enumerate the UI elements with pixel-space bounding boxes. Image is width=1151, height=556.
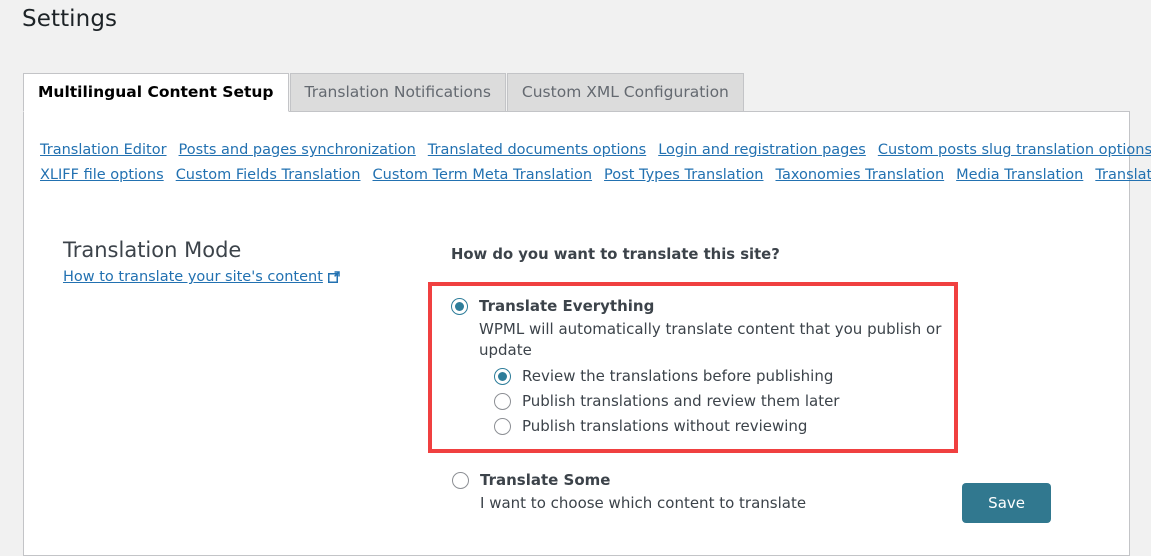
radio-translate-some-label[interactable]: Translate Some — [480, 470, 610, 490]
tab-label: Custom XML Configuration — [522, 85, 729, 101]
translation-mode-column: Translation Mode How to translate your s… — [63, 237, 403, 285]
radio-publish-without-reviewing-label[interactable]: Publish translations without reviewing — [522, 416, 807, 436]
tab-bar: Multilingual Content Setup Translation N… — [23, 73, 745, 112]
nav-links-row-1: Translation Editor Posts and pages synch… — [40, 142, 1120, 158]
page-title: Settings — [22, 5, 117, 35]
radio-review-before-publishing-label[interactable]: Review the translations before publishin… — [522, 366, 833, 386]
tab-label: Multilingual Content Setup — [38, 85, 274, 101]
nav-links-row-2: XLIFF file options Custom Fields Transla… — [40, 167, 1120, 183]
external-link-icon — [328, 271, 340, 283]
translate-everything-description: WPML will automatically translate conten… — [479, 319, 954, 361]
radio-publish-without-reviewing[interactable]: Publish translations without reviewing — [494, 416, 954, 436]
tab-label: Translation Notifications — [305, 85, 491, 101]
radio-publish-and-review-later-indicator[interactable] — [494, 393, 511, 410]
link-custom-posts-slug-translation-options[interactable]: Custom posts slug translation options — [878, 142, 1151, 158]
tab-translation-notifications[interactable]: Translation Notifications — [290, 73, 506, 112]
link-xliff-file-options[interactable]: XLIFF file options — [40, 167, 164, 183]
tab-custom-xml-configuration[interactable]: Custom XML Configuration — [507, 73, 744, 112]
link-login-and-registration-pages[interactable]: Login and registration pages — [658, 142, 866, 158]
how-to-translate-link-label: How to translate your site's content — [63, 269, 323, 285]
translate-everything-highlight-box: Translate Everything WPML will automatic… — [428, 282, 958, 453]
translation-mode-heading: Translation Mode — [63, 237, 403, 264]
translation-options-column: How do you want to translate this site? … — [428, 237, 1088, 514]
link-translate-link-targets[interactable]: Translate Link Targets — [1095, 167, 1151, 183]
link-custom-fields-translation[interactable]: Custom Fields Translation — [176, 167, 361, 183]
radio-translate-some-indicator[interactable] — [452, 472, 469, 489]
translate-site-question: How do you want to translate this site? — [451, 245, 1088, 266]
link-post-types-translation[interactable]: Post Types Translation — [604, 167, 763, 183]
how-to-translate-link[interactable]: How to translate your site's content — [63, 269, 340, 285]
link-posts-and-pages-synchronization[interactable]: Posts and pages synchronization — [179, 142, 416, 158]
radio-review-before-publishing[interactable]: Review the translations before publishin… — [494, 366, 954, 386]
radio-publish-and-review-later-label[interactable]: Publish translations and review them lat… — [522, 391, 839, 411]
tab-multilingual-content-setup[interactable]: Multilingual Content Setup — [23, 73, 289, 112]
link-custom-term-meta-translation[interactable]: Custom Term Meta Translation — [373, 167, 593, 183]
section-nav-links: Translation Editor Posts and pages synch… — [40, 142, 1120, 192]
radio-review-before-publishing-indicator[interactable] — [494, 368, 511, 385]
radio-translate-everything-label[interactable]: Translate Everything — [479, 296, 654, 316]
radio-translate-everything[interactable]: Translate Everything — [451, 296, 954, 316]
link-taxonomies-translation[interactable]: Taxonomies Translation — [775, 167, 944, 183]
link-translated-documents-options[interactable]: Translated documents options — [428, 142, 646, 158]
settings-panel: Translation Editor Posts and pages synch… — [23, 111, 1130, 556]
link-media-translation[interactable]: Media Translation — [956, 167, 1083, 183]
radio-translate-everything-indicator[interactable] — [451, 298, 468, 315]
radio-publish-without-reviewing-indicator[interactable] — [494, 418, 511, 435]
save-button[interactable]: Save — [962, 483, 1051, 523]
link-translation-editor[interactable]: Translation Editor — [40, 142, 167, 158]
radio-publish-and-review-later[interactable]: Publish translations and review them lat… — [494, 391, 954, 411]
